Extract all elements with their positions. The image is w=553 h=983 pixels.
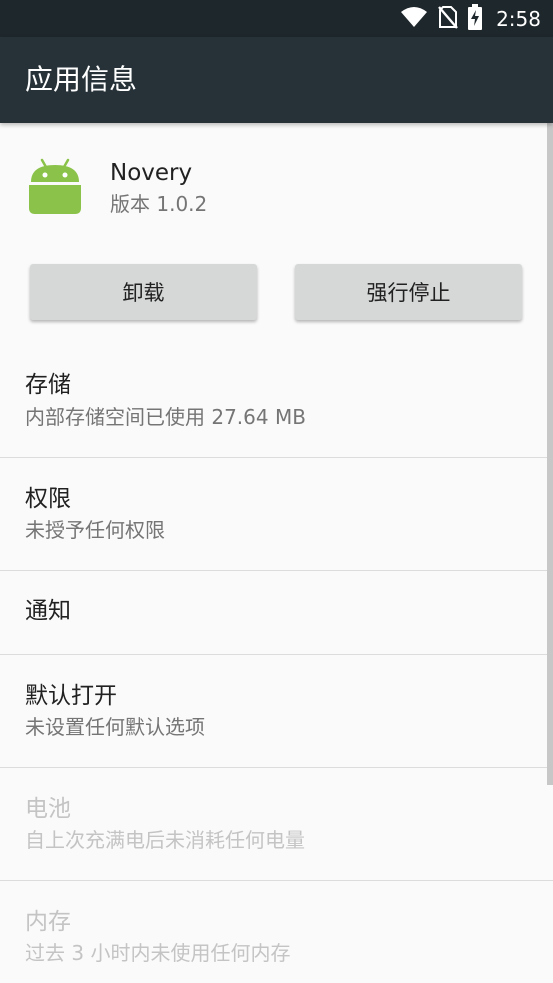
row-subtitle: 内部存储空间已使用 27.64 MB [25, 405, 306, 429]
settings-row-notifications[interactable]: 通知 [0, 571, 553, 655]
status-icons: 2:58 [400, 0, 541, 37]
force-stop-button[interactable]: 强行停止 [295, 264, 522, 320]
battery-charging-icon [468, 3, 483, 34]
page-title: 应用信息 [25, 63, 138, 96]
settings-row-open-by-default[interactable]: 默认打开 未设置任何默认选项 [0, 655, 553, 768]
android-icon [28, 158, 82, 214]
app-info-content[interactable]: Novery 版本 1.0.2 卸载 强行停止 存储 内部存储空间已使用 27.… [0, 123, 553, 983]
no-sim-icon [438, 5, 458, 33]
wifi-icon [400, 5, 428, 33]
app-version: 版本 1.0.2 [110, 192, 208, 216]
row-subtitle: 过去 3 小时内未使用任何内存 [25, 941, 291, 965]
row-title: 存储 [25, 372, 71, 398]
app-bar: 应用信息 [0, 37, 553, 123]
status-time: 2:58 [496, 6, 541, 31]
app-header: Novery 版本 1.0.2 [0, 123, 553, 243]
row-title: 默认打开 [25, 683, 117, 709]
settings-row-memory: 内存 过去 3 小时内未使用任何内存 [0, 881, 553, 983]
row-subtitle: 未授予任何权限 [25, 518, 165, 542]
row-title: 内存 [25, 909, 71, 935]
uninstall-button[interactable]: 卸载 [30, 264, 257, 320]
status-bar: 2:58 [0, 0, 553, 37]
row-subtitle: 自上次充满电后未消耗任何电量 [25, 828, 305, 852]
settings-row-battery: 电池 自上次充满电后未消耗任何电量 [0, 768, 553, 881]
settings-row-storage[interactable]: 存储 内部存储空间已使用 27.64 MB [0, 344, 553, 458]
settings-row-permissions[interactable]: 权限 未授予任何权限 [0, 458, 553, 571]
row-subtitle: 未设置任何默认选项 [25, 715, 205, 739]
row-title: 权限 [25, 486, 71, 512]
row-title: 通知 [25, 598, 71, 624]
scrollbar[interactable] [547, 123, 553, 785]
row-title: 电池 [25, 796, 71, 822]
app-name: Novery [110, 160, 193, 186]
